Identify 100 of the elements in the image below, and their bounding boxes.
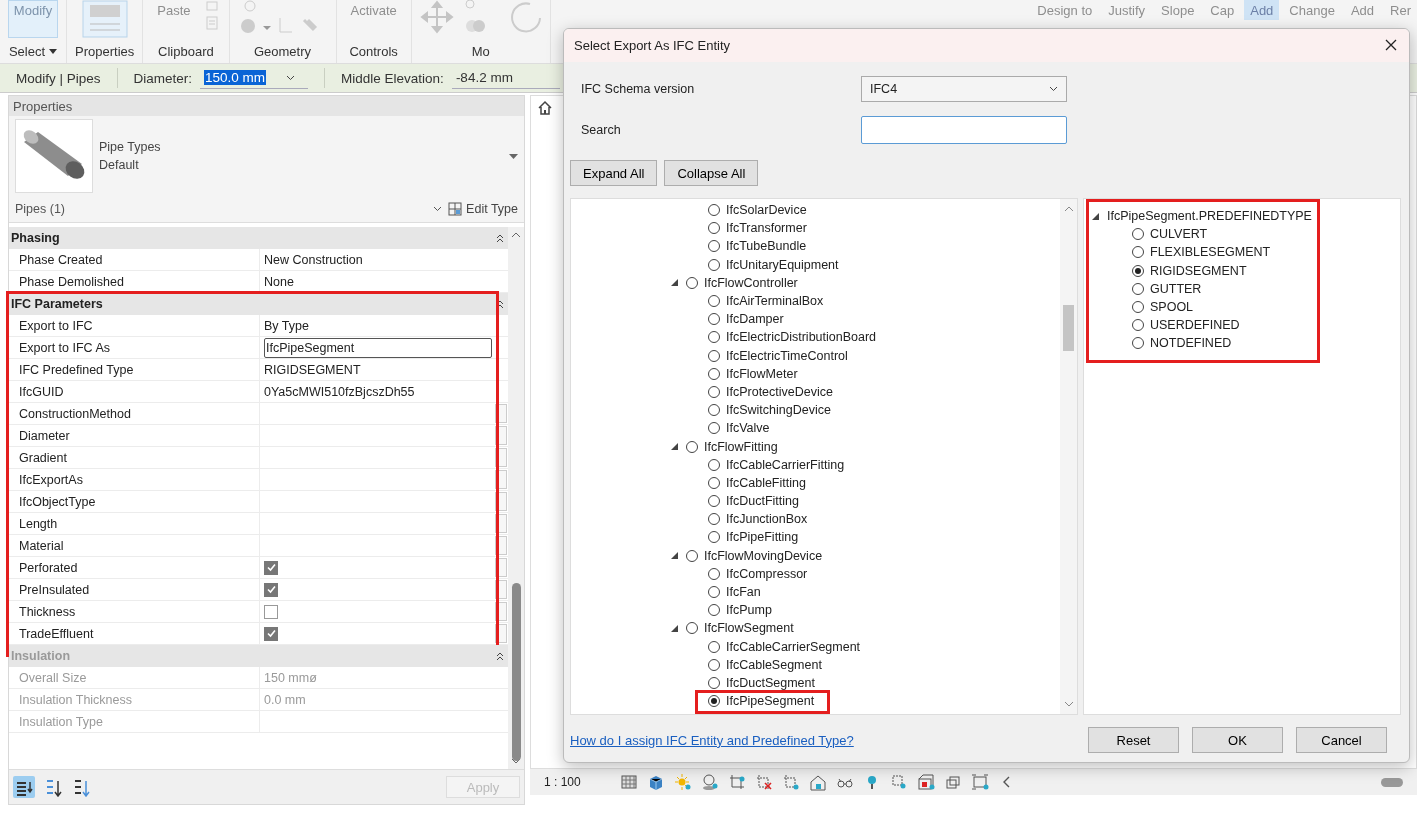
radio-button[interactable] — [708, 240, 720, 253]
radio-button[interactable] — [708, 404, 720, 417]
radio-button[interactable] — [708, 367, 720, 380]
option-label[interactable]: CULVERT — [1150, 227, 1208, 242]
chevron-down-icon[interactable] — [286, 74, 296, 81]
tree-item-label[interactable]: IfcPump — [726, 603, 772, 618]
radio-button[interactable] — [708, 531, 720, 544]
tree-item-label[interactable]: IfcSolarDevice — [726, 203, 807, 218]
view-scale[interactable]: 1 : 100 — [544, 775, 581, 789]
expanded-triangle-icon[interactable] — [671, 279, 678, 287]
property-field[interactable]: IfcPipeSegment — [264, 337, 492, 358]
radio-button[interactable] — [708, 495, 720, 508]
radio-button[interactable] — [686, 440, 698, 453]
radio-button[interactable] — [708, 349, 720, 362]
scroll-thumb[interactable] — [1063, 305, 1074, 351]
tree-item-label[interactable]: IfcPipeFitting — [726, 530, 799, 545]
collapse-icon[interactable] — [496, 233, 504, 243]
tree-item-label[interactable]: IfcCableSegment — [726, 657, 822, 672]
radio-button[interactable] — [708, 604, 720, 617]
tree-item-label[interactable]: IfcFlowMovingDevice — [704, 548, 823, 563]
radio-button[interactable] — [708, 676, 720, 689]
dialog-button[interactable]: OK — [1192, 727, 1283, 753]
expanded-triangle-icon[interactable] — [671, 552, 678, 560]
radio-button[interactable] — [1132, 319, 1144, 332]
radio-button[interactable] — [708, 385, 720, 398]
radio-button[interactable] — [686, 276, 698, 289]
tree-item-label[interactable]: IfcValve — [726, 421, 770, 436]
grid-icon[interactable] — [619, 773, 638, 791]
checkbox[interactable] — [264, 560, 278, 575]
diameter-field[interactable]: 150.0 mm — [200, 67, 309, 89]
radio-button[interactable] — [708, 476, 720, 489]
collapse-icon[interactable] — [496, 651, 504, 661]
tree-item-label[interactable]: IfcFlowSegment — [704, 621, 794, 636]
tree-item-label[interactable]: IfcFlowFitting — [704, 439, 778, 454]
scroll-thumb[interactable] — [512, 583, 521, 761]
search-field[interactable] — [861, 116, 1067, 144]
edit-type-button[interactable]: Edit Type — [448, 202, 518, 216]
scrollbar[interactable] — [508, 227, 524, 769]
scrollbar[interactable] — [1060, 199, 1077, 714]
scroll-up-icon[interactable] — [1063, 205, 1074, 213]
help-link[interactable]: How do I assign IFC Entity and Predefined Type? — [570, 732, 1088, 748]
radio-button[interactable] — [708, 258, 720, 271]
tree-item-label[interactable]: IfcFlowController — [704, 275, 798, 290]
radio-button[interactable] — [1132, 228, 1144, 241]
crop-icon[interactable] — [727, 773, 746, 791]
radio-button[interactable] — [708, 422, 720, 435]
tree-item-label[interactable]: IfcDuctSegment — [726, 675, 815, 690]
tree-item-label[interactable]: IfcDuctFitting — [726, 494, 799, 509]
home-icon[interactable] — [537, 100, 553, 116]
tree-item-label[interactable]: IfcCableCarrierFitting — [726, 457, 845, 472]
dialog-button[interactable]: Reset — [1088, 727, 1179, 753]
checkbox[interactable] — [264, 582, 278, 597]
collapse-all-button[interactable]: Collapse All — [664, 160, 759, 186]
radio-button[interactable] — [686, 549, 698, 562]
radio-button[interactable] — [708, 458, 720, 471]
tree-item-label[interactable]: IfcCableCarrierSegment — [726, 639, 861, 654]
tree-item-label[interactable]: IfcUnitaryEquipment — [726, 257, 839, 272]
selection-filter[interactable]: Pipes (1) — [15, 202, 428, 216]
tree-item-label[interactable]: IfcElectricTimeControl — [726, 348, 848, 363]
tree-item-label[interactable]: IfcAirTerminalBox — [726, 294, 824, 309]
option-label[interactable]: GUTTER — [1150, 281, 1202, 296]
tree-item-label[interactable]: IfcTransformer — [726, 221, 807, 236]
option-label[interactable]: USERDEFINED — [1150, 318, 1240, 333]
select-menu-button[interactable]: Select — [8, 43, 58, 59]
radio-button[interactable] — [708, 313, 720, 326]
checkbox[interactable] — [264, 604, 278, 619]
tree-item-label[interactable]: IfcCompressor — [726, 566, 808, 581]
radio-button[interactable] — [708, 695, 720, 708]
categorize-icon[interactable] — [13, 776, 35, 798]
radio-button[interactable] — [708, 640, 720, 653]
collapse-icon[interactable] — [496, 299, 504, 309]
tree-item-label[interactable]: IfcSwitchingDevice — [726, 403, 831, 418]
radio-button[interactable] — [1132, 264, 1144, 277]
radio-button[interactable] — [708, 658, 720, 671]
schema-dropdown[interactable]: IFC4 — [861, 76, 1067, 102]
dropdown-arrow-icon[interactable] — [509, 153, 518, 159]
radio-button[interactable] — [1132, 246, 1144, 259]
radio-button[interactable] — [708, 222, 720, 235]
tree-item-label[interactable]: IfcCableFitting — [726, 475, 806, 490]
tree-item-label[interactable]: IfcTubeBundle — [726, 239, 807, 254]
expanded-triangle-icon[interactable] — [671, 624, 678, 632]
house-lock-icon[interactable] — [808, 773, 827, 791]
radio-button[interactable] — [1132, 301, 1144, 314]
radio-button[interactable] — [708, 513, 720, 526]
expanded-triangle-icon[interactable] — [1092, 212, 1099, 220]
chevron-down-icon[interactable] — [433, 206, 443, 212]
scroll-handle[interactable] — [1381, 777, 1403, 787]
scroll-down-icon[interactable] — [1063, 700, 1074, 708]
tree-item-label[interactable]: IfcFlowMeter — [726, 366, 798, 381]
tree-item-label[interactable]: IfcElectricDistributionBoard — [726, 330, 877, 345]
boxes-icon[interactable] — [916, 773, 935, 791]
radio-button[interactable] — [1132, 337, 1144, 350]
tree-item-label[interactable]: IfcDamper — [726, 312, 784, 327]
tree-item-label[interactable]: IfcFan — [726, 585, 761, 600]
tree-item-label[interactable]: IfcJunctionBox — [726, 512, 808, 527]
checkbox[interactable] — [264, 626, 278, 641]
radio-button[interactable] — [1132, 282, 1144, 295]
radio-button[interactable] — [686, 622, 698, 635]
radio-button[interactable] — [708, 567, 720, 580]
elevation-field[interactable]: -84.2 mm — [451, 67, 560, 89]
